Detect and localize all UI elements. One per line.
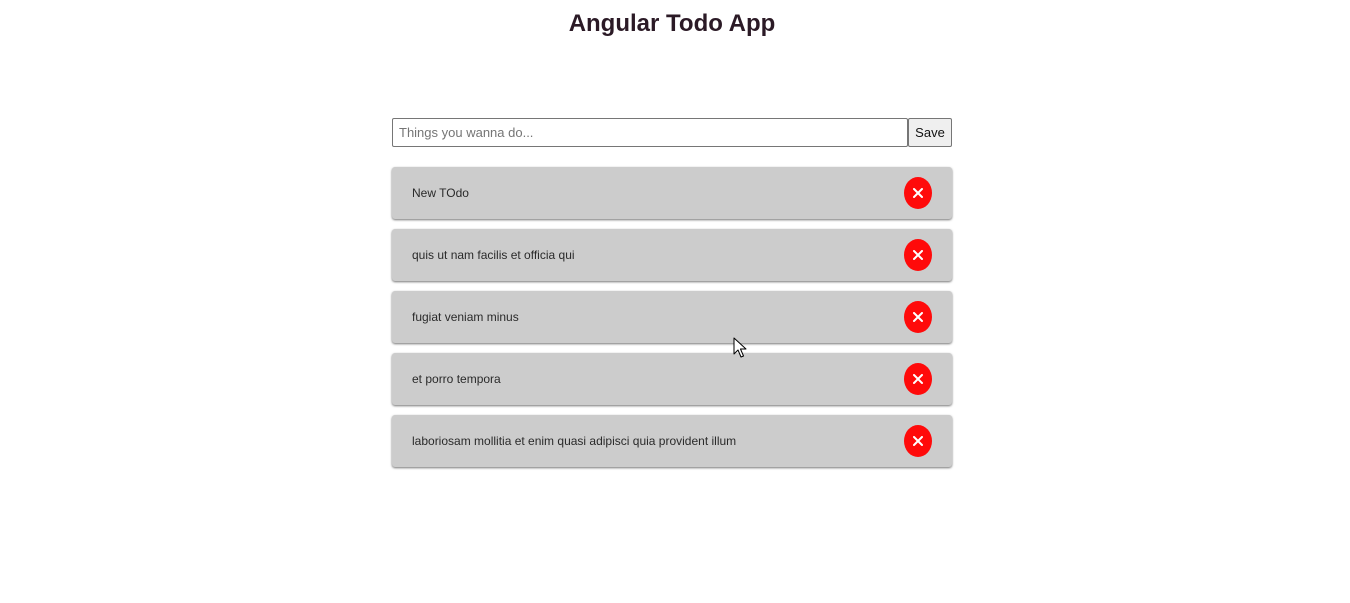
app-root: Angular Todo App Save New TOdo quis ut n… bbox=[0, 0, 1350, 603]
delete-todo-button[interactable] bbox=[904, 363, 932, 395]
todo-text: New TOdo bbox=[412, 186, 469, 200]
todo-text: quis ut nam facilis et officia qui bbox=[412, 248, 575, 262]
close-icon bbox=[913, 374, 923, 384]
todo-text: et porro tempora bbox=[412, 372, 501, 386]
close-icon bbox=[913, 312, 923, 322]
delete-todo-button[interactable] bbox=[904, 301, 932, 333]
mouse-pointer-icon bbox=[733, 337, 747, 358]
app-title: Angular Todo App bbox=[568, 10, 776, 37]
todo-item: quis ut nam facilis et officia qui bbox=[392, 229, 952, 281]
close-icon bbox=[913, 188, 923, 198]
todo-item: fugiat veniam minus bbox=[392, 291, 952, 343]
todo-form: Save bbox=[392, 118, 952, 147]
todo-input[interactable] bbox=[392, 118, 908, 147]
todo-text: fugiat veniam minus bbox=[412, 310, 519, 324]
todo-item: laboriosam mollitia et enim quasi adipis… bbox=[392, 415, 952, 467]
save-button[interactable]: Save bbox=[908, 118, 952, 147]
close-icon bbox=[913, 436, 923, 446]
close-icon bbox=[913, 250, 923, 260]
todo-list: New TOdo quis ut nam facilis et officia … bbox=[392, 167, 952, 477]
todo-item: et porro tempora bbox=[392, 353, 952, 405]
todo-text: laboriosam mollitia et enim quasi adipis… bbox=[412, 434, 737, 448]
delete-todo-button[interactable] bbox=[904, 425, 932, 457]
todo-item: New TOdo bbox=[392, 167, 952, 219]
delete-todo-button[interactable] bbox=[904, 239, 932, 271]
delete-todo-button[interactable] bbox=[904, 177, 932, 209]
